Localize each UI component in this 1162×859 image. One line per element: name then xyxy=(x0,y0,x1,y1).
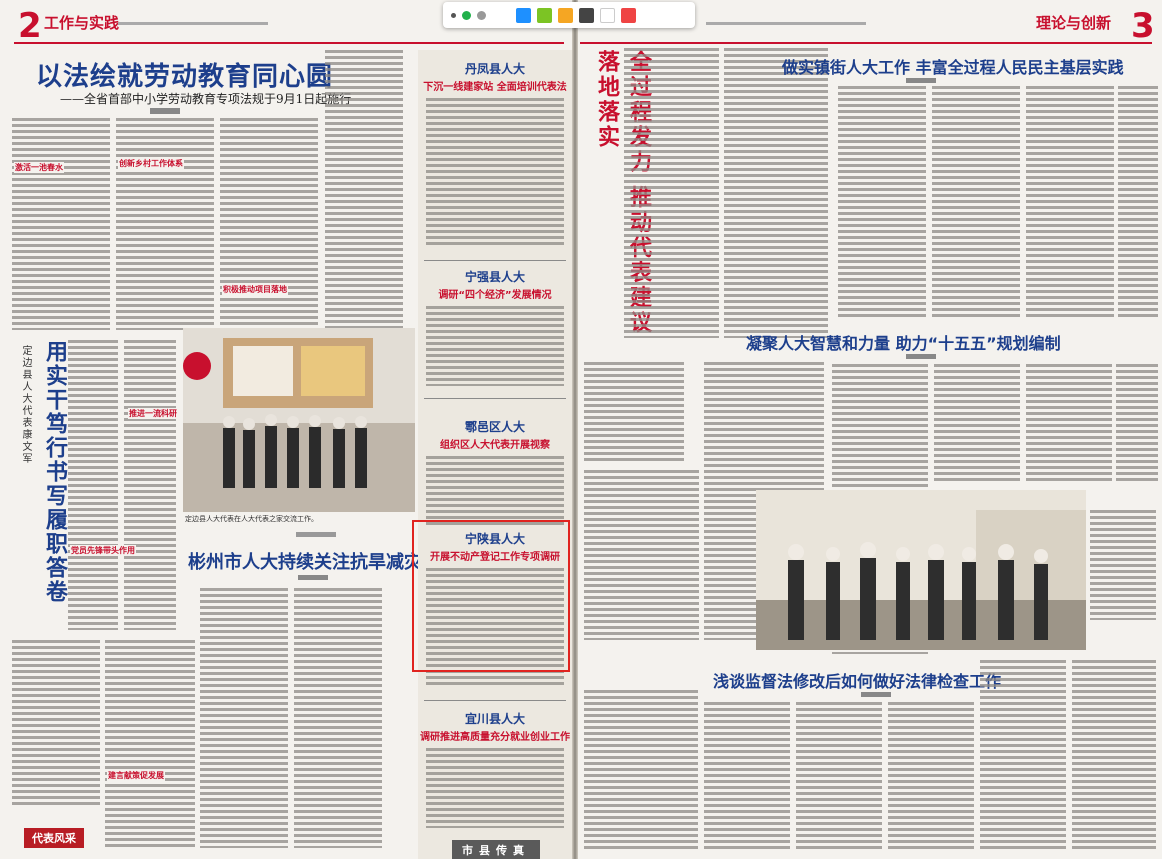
brief-subtitle: 下沉一线建家站 全面培训代表法 xyxy=(423,82,567,93)
color-swatch-orange[interactable] xyxy=(558,7,573,23)
bottom-text-col-1 xyxy=(200,588,288,848)
bottom-section-tag: 市县传真 xyxy=(452,840,540,859)
brief-text xyxy=(426,748,564,828)
profile-photo xyxy=(183,328,415,512)
bottom-text-col-5 xyxy=(1072,660,1156,850)
header-rule xyxy=(580,42,1152,44)
mid-text-col-4 xyxy=(1116,364,1158,482)
header-rule xyxy=(14,42,564,44)
group-photo xyxy=(756,490,1086,650)
brief-text xyxy=(426,306,564,386)
color-dot-gray[interactable] xyxy=(477,10,486,20)
section-title: 理论与创新 xyxy=(1036,14,1112,32)
drag-handle-icon[interactable] xyxy=(451,12,456,18)
brief-divider xyxy=(424,700,566,701)
color-dot-green[interactable] xyxy=(462,10,471,20)
bottom-author xyxy=(298,575,328,580)
brief-title: 丹凤县人大 xyxy=(464,62,525,76)
brief-subtitle: 组织区人大代表开展视察 xyxy=(440,440,550,451)
top-text-col-2 xyxy=(932,86,1020,318)
masthead-line xyxy=(118,22,268,25)
bottom-text-col-2 xyxy=(796,702,882,850)
lead-text-col-2 xyxy=(116,118,214,330)
brief-divider xyxy=(424,260,566,261)
masthead-line xyxy=(706,22,866,25)
county-briefs-column: 丹凤县人大 下沉一线建家站 全面培训代表法 宁强县人大 调研“四个经济”发展情况… xyxy=(418,50,572,859)
top-headline: 做实镇街人大工作 丰富全过程人民民主基层实践 xyxy=(782,58,1124,77)
section-title: 工作与实践 xyxy=(44,14,120,32)
brief-title: 鄠邑区人大 xyxy=(464,420,525,434)
brief-divider xyxy=(424,398,566,399)
lead-subheadline: ——全省首部中小学劳动教育专项法规于9月1日起施行 xyxy=(60,92,352,106)
bottom-text-col-1 xyxy=(704,702,790,850)
feature-text-col-1 xyxy=(624,48,719,338)
feature-text-col-4 xyxy=(584,470,699,640)
continuation-text xyxy=(325,50,403,330)
annotation-toolbar xyxy=(443,2,695,28)
color-swatch-blue[interactable] xyxy=(516,7,531,23)
col-subhead: 激活一池春水 xyxy=(14,162,64,173)
bottom-author xyxy=(861,692,891,697)
profile-vertical-headline: 用实干笃行书写履职答卷 xyxy=(42,340,67,604)
feature-tag: 代表风采 xyxy=(24,828,84,848)
photo-credit xyxy=(296,532,336,537)
brief-text xyxy=(426,456,564,526)
top-text-col-1 xyxy=(838,86,926,318)
color-swatch-red[interactable] xyxy=(621,7,636,23)
feature-text-col-2 xyxy=(724,48,828,338)
col-subhead: 党员先锋带头作用 xyxy=(70,545,136,556)
bottom-text-col-2 xyxy=(294,588,382,848)
feature-text-col-3 xyxy=(584,362,684,462)
page-number: 3 xyxy=(1131,6,1155,46)
bottom-text-col-3 xyxy=(888,702,974,850)
mid-text-col-3 xyxy=(1026,364,1112,482)
top-text-col-4 xyxy=(1118,86,1158,318)
page-number: 2 xyxy=(18,6,42,46)
color-swatch-white[interactable] xyxy=(600,7,615,23)
photo-caption: 定边县人大代表在人大代表之家交流工作。 xyxy=(185,515,318,523)
brief-subtitle: 调研推进高质量充分就业创业工作 xyxy=(420,732,570,743)
brief-subtitle: 调研“四个经济”发展情况 xyxy=(438,290,552,301)
brief-title: 宁强县人大 xyxy=(464,270,525,284)
mid-author xyxy=(906,354,936,359)
brief-text xyxy=(426,98,564,248)
bottom-text-col-0 xyxy=(584,690,698,850)
lead-headline: 以法绘就劳动教育同心圆 xyxy=(36,62,334,92)
col-subhead: 推进一流科研 xyxy=(128,408,178,419)
photo-caption-text xyxy=(1090,510,1156,620)
profile-text-col-1 xyxy=(68,340,118,630)
mid-text-col-2 xyxy=(934,364,1020,482)
top-author xyxy=(906,78,936,83)
profile-text-col-4 xyxy=(105,640,195,850)
lead-text-col-1 xyxy=(12,118,110,330)
selection-highlight[interactable] xyxy=(412,520,570,672)
bottom-text-col-4 xyxy=(980,660,1066,850)
top-text-col-3 xyxy=(1026,86,1114,318)
color-swatch-black[interactable] xyxy=(579,7,594,23)
brief-title: 宜川县人大 xyxy=(464,712,525,726)
newspaper-page-left: 2 工作与实践 以法绘就劳动教育同心圆 ——全省首部中小学劳动教育专项法规于9月… xyxy=(0,0,574,859)
col-subhead: 积极推动项目落地 xyxy=(222,284,288,295)
newspaper-page-right: 理论与创新 3 全过程发力 推动代表建议落地落实 做实镇街人大工作 丰富全过程人… xyxy=(576,0,1162,859)
color-swatch-green[interactable] xyxy=(537,7,552,23)
profile-text-col-3 xyxy=(12,640,100,805)
col-subhead: 创新乡村工作体系 xyxy=(118,158,184,169)
lead-author xyxy=(150,108,180,114)
bottom-headline: 浅谈监督法修改后如何做好法律检查工作 xyxy=(713,672,1002,691)
profile-text-col-2 xyxy=(124,340,176,630)
page-gutter xyxy=(572,0,578,859)
col-subhead: 建言献策促发展 xyxy=(107,770,165,781)
profile-vertical-subtitle: 定边县人大代表康文军 xyxy=(20,345,31,465)
lead-text-col-3 xyxy=(220,118,318,330)
mid-headline: 凝聚人大智慧和力量 助力“十五五”规划编制 xyxy=(746,334,1061,353)
